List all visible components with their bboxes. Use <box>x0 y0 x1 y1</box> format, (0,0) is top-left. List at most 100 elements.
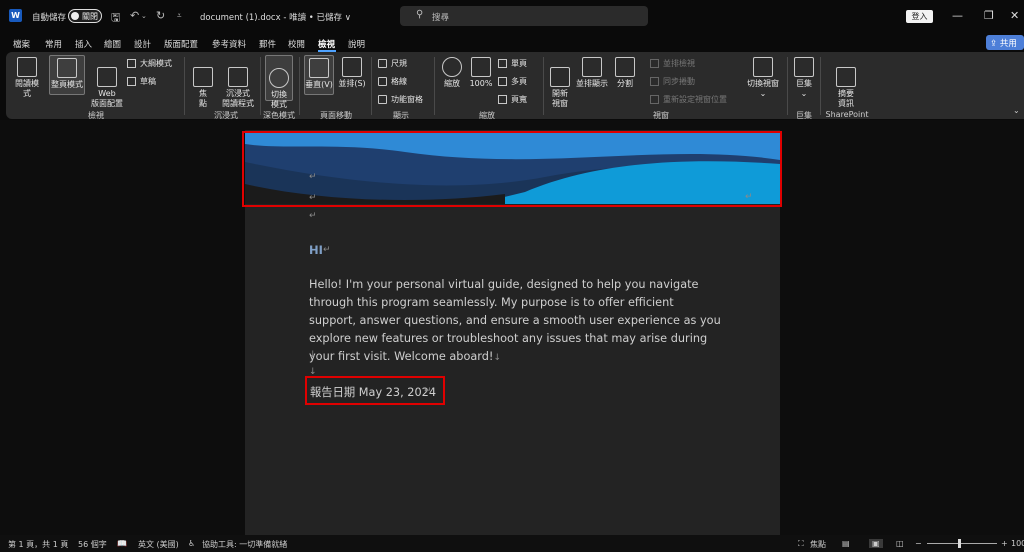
undo-icon[interactable]: ↶ <box>130 9 139 22</box>
one-page-label: 單頁 <box>511 59 527 68</box>
tab-help[interactable]: 說明 <box>348 38 365 50</box>
tab-draw[interactable]: 繪圖 <box>104 38 121 50</box>
paragraph-mark: ↵ <box>309 193 317 203</box>
zoom-slider-track[interactable] <box>927 543 997 544</box>
reset-position-icon <box>650 95 659 104</box>
signin-button[interactable]: 登入 <box>906 10 933 23</box>
print-layout-icon[interactable]: ▣ <box>869 539 883 548</box>
reset-position-button[interactable]: 重新設定視窗位置 <box>650 94 727 105</box>
minimize-icon[interactable]: — <box>952 9 963 22</box>
print-layout-button[interactable]: 整頁模式 <box>49 55 85 95</box>
switch-mode-button[interactable]: 切換 模式 <box>265 55 293 109</box>
sync-scroll-button[interactable]: 同步捲動 <box>650 76 695 87</box>
tab-references[interactable]: 參考資料 <box>212 38 246 50</box>
tab-file[interactable]: 檔案 <box>13 38 30 50</box>
focus-icon[interactable]: ⛶ <box>798 539 804 549</box>
print-layout-label: 整頁模式 <box>51 80 83 89</box>
page-icon <box>57 58 77 78</box>
accessibility-status[interactable]: 協助工具: 一切準備就緒 <box>202 539 287 550</box>
page-width-button[interactable]: 頁寬 <box>498 94 527 105</box>
body-paragraph[interactable]: Hello! I'm your personal virtual guide, … <box>309 276 724 367</box>
web-layout-button[interactable]: Web 版面配置 <box>88 57 126 109</box>
side-by-side-label: 並排(S) <box>338 79 366 88</box>
vertical-pages-icon <box>309 58 329 78</box>
paragraph-mark: ↵ <box>323 245 331 255</box>
nav-pane-checkbox[interactable]: 功能窗格 <box>378 94 423 105</box>
zoom-in-icon[interactable]: + <box>1001 539 1008 548</box>
draft-button[interactable]: 草稿 <box>127 76 156 87</box>
zoom-slider-thumb[interactable] <box>958 539 961 548</box>
book-icon <box>17 57 37 77</box>
sync-scroll-label: 同步捲動 <box>663 77 695 86</box>
web-layout-label: Web 版面配置 <box>91 89 123 108</box>
ruler-label: 尺規 <box>391 59 407 68</box>
properties-button[interactable]: 摘要 資訊 <box>832 57 860 109</box>
ribbon-separator <box>184 57 185 115</box>
line-break-mark: ↓ <box>309 350 317 360</box>
ribbon-separator <box>787 57 788 115</box>
proofing-icon[interactable]: 📖 <box>117 539 127 548</box>
collapse-ribbon-icon[interactable]: ⌄ <box>1013 106 1020 115</box>
gridlines-label: 格線 <box>391 77 407 86</box>
new-window-button[interactable]: 開新 視窗 <box>546 57 574 109</box>
word-app-icon: W <box>9 9 22 22</box>
immersive-reader-button[interactable]: 沉浸式 閱讀程式 <box>218 57 258 109</box>
gridlines-checkbox[interactable]: 格線 <box>378 76 407 87</box>
tab-insert[interactable]: 插入 <box>75 38 92 50</box>
split-button[interactable]: 分割 <box>613 57 637 89</box>
tab-review[interactable]: 校閱 <box>288 38 305 50</box>
ruler-checkbox[interactable]: 尺規 <box>378 58 407 69</box>
restore-icon[interactable]: ❐ <box>984 9 994 22</box>
accessibility-icon[interactable]: ♿ <box>188 539 195 548</box>
side-by-side-button[interactable]: 並排(S) <box>337 57 367 89</box>
document-title[interactable]: document (1).docx - 唯讀 • 已儲存 ∨ <box>200 11 351 23</box>
autosave-label: 自動儲存 <box>32 13 67 23</box>
customize-qat-icon[interactable]: ⩡ <box>177 11 182 21</box>
ribbon-separator <box>299 57 300 115</box>
redo-icon[interactable]: ↻ <box>156 9 165 22</box>
autosave-toggle[interactable]: 關閉 <box>68 9 102 23</box>
read-mode-icon[interactable]: ▤ <box>842 539 850 548</box>
undo-dropdown-icon[interactable]: ⌄ <box>141 12 147 20</box>
zoom-level[interactable]: 100 <box>1011 539 1024 548</box>
zoom-button[interactable]: 縮放 <box>440 57 464 89</box>
switch-windows-button[interactable]: 切換視窗 ⌄ <box>743 57 783 99</box>
vertical-button[interactable]: 垂直(V) <box>304 55 334 95</box>
search-box[interactable]: ⚲ 搜尋 <box>400 6 648 26</box>
ribbon-separator <box>820 57 821 115</box>
reset-position-label: 重新設定視窗位置 <box>663 95 727 104</box>
tab-home[interactable]: 常用 <box>45 38 62 50</box>
macros-icon <box>794 57 814 77</box>
close-icon[interactable]: ✕ <box>1010 9 1019 22</box>
switch-windows-icon <box>753 57 773 77</box>
view-side-by-side-button[interactable]: 並排檢視 <box>650 58 695 69</box>
tab-view[interactable]: 檢視 <box>318 38 335 50</box>
tab-design[interactable]: 設計 <box>134 38 151 50</box>
outline-button[interactable]: 大綱模式 <box>127 58 172 69</box>
arrange-all-button[interactable]: 並排顯示 <box>574 57 610 89</box>
focus-button[interactable]: 焦 點 <box>192 57 214 109</box>
tab-mailings[interactable]: 郵件 <box>259 38 276 50</box>
greeting-heading[interactable]: HI <box>309 243 323 257</box>
macros-button[interactable]: 巨集 ⌄ <box>792 57 816 99</box>
focus-label[interactable]: 焦點 <box>810 539 826 550</box>
multiple-pages-label: 多頁 <box>511 77 527 86</box>
ribbon-separator <box>260 57 261 115</box>
multiple-pages-button[interactable]: 多頁 <box>498 76 527 87</box>
web-layout-icon[interactable]: ◫ <box>896 539 904 548</box>
zoom-label: 縮放 <box>444 79 460 88</box>
new-window-icon <box>550 67 570 87</box>
zoom-out-icon[interactable]: − <box>915 539 922 548</box>
zoom-100-icon <box>471 57 491 77</box>
share-button[interactable]: ⇪ 共用 <box>986 35 1024 50</box>
zoom-100-button[interactable]: 100% <box>467 57 495 89</box>
word-count[interactable]: 56 個字 <box>78 539 107 550</box>
tab-layout[interactable]: 版面配置 <box>164 38 198 50</box>
read-mode-button[interactable]: 閱讀模式 <box>12 57 42 99</box>
one-page-button[interactable]: 單頁 <box>498 58 527 69</box>
save-icon[interactable]: 🖫 <box>111 9 120 28</box>
arrange-all-icon <box>582 57 602 77</box>
page-count[interactable]: 第 1 頁，共 1 頁 <box>8 539 68 550</box>
focus-icon <box>193 67 213 87</box>
language[interactable]: 英文 (美國) <box>138 539 179 550</box>
